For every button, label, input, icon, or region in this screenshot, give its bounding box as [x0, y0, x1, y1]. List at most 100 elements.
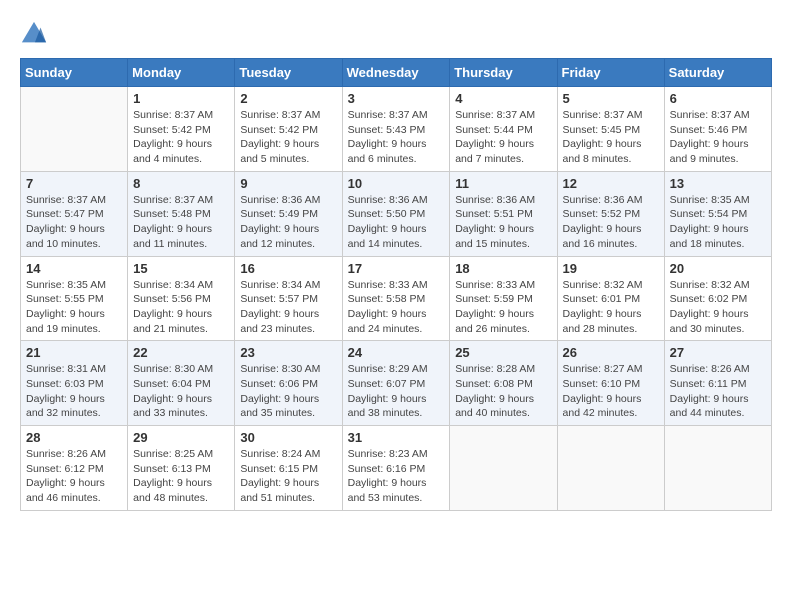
day-info: Sunrise: 8:37 AM Sunset: 5:45 PM Dayligh… — [563, 108, 659, 167]
day-info: Sunrise: 8:36 AM Sunset: 5:50 PM Dayligh… — [348, 193, 445, 252]
calendar-cell: 18 Sunrise: 8:33 AM Sunset: 5:59 PM Dayli… — [450, 256, 557, 341]
calendar-week-row: 7 Sunrise: 8:37 AM Sunset: 5:47 PM Daylig… — [21, 171, 772, 256]
calendar-cell: 22 Sunrise: 8:30 AM Sunset: 6:04 PM Dayli… — [128, 341, 235, 426]
day-header-tuesday: Tuesday — [235, 59, 342, 87]
day-number: 7 — [26, 176, 122, 191]
calendar-cell: 6 Sunrise: 8:37 AM Sunset: 5:46 PM Daylig… — [664, 87, 771, 172]
calendar-cell: 27 Sunrise: 8:26 AM Sunset: 6:11 PM Dayli… — [664, 341, 771, 426]
day-number: 18 — [455, 261, 551, 276]
day-info: Sunrise: 8:25 AM Sunset: 6:13 PM Dayligh… — [133, 447, 229, 506]
day-number: 31 — [348, 430, 445, 445]
day-info: Sunrise: 8:29 AM Sunset: 6:07 PM Dayligh… — [348, 362, 445, 421]
calendar-cell: 31 Sunrise: 8:23 AM Sunset: 6:16 PM Dayli… — [342, 426, 450, 511]
logo-icon — [20, 20, 48, 48]
day-number: 28 — [26, 430, 122, 445]
day-info: Sunrise: 8:35 AM Sunset: 5:54 PM Dayligh… — [670, 193, 766, 252]
calendar-cell: 1 Sunrise: 8:37 AM Sunset: 5:42 PM Daylig… — [128, 87, 235, 172]
calendar-week-row: 14 Sunrise: 8:35 AM Sunset: 5:55 PM Dayli… — [21, 256, 772, 341]
day-header-sunday: Sunday — [21, 59, 128, 87]
day-info: Sunrise: 8:30 AM Sunset: 6:06 PM Dayligh… — [240, 362, 336, 421]
calendar-cell — [664, 426, 771, 511]
day-number: 22 — [133, 345, 229, 360]
calendar-cell — [21, 87, 128, 172]
day-info: Sunrise: 8:37 AM Sunset: 5:42 PM Dayligh… — [133, 108, 229, 167]
calendar-week-row: 28 Sunrise: 8:26 AM Sunset: 6:12 PM Dayli… — [21, 426, 772, 511]
day-number: 23 — [240, 345, 336, 360]
calendar-cell: 10 Sunrise: 8:36 AM Sunset: 5:50 PM Dayli… — [342, 171, 450, 256]
day-number: 12 — [563, 176, 659, 191]
day-info: Sunrise: 8:36 AM Sunset: 5:51 PM Dayligh… — [455, 193, 551, 252]
day-number: 10 — [348, 176, 445, 191]
calendar-cell: 20Sunrise: 8:32 AM Sunset: 6:02 PM Dayli… — [664, 256, 771, 341]
day-info: Sunrise: 8:30 AM Sunset: 6:04 PM Dayligh… — [133, 362, 229, 421]
calendar-cell: 23 Sunrise: 8:30 AM Sunset: 6:06 PM Dayli… — [235, 341, 342, 426]
day-number: 9 — [240, 176, 336, 191]
day-info: Sunrise: 8:32 AM Sunset: 6:01 PM Dayligh… — [563, 278, 659, 337]
day-number: 2 — [240, 91, 336, 106]
day-header-wednesday: Wednesday — [342, 59, 450, 87]
day-info: Sunrise: 8:33 AM Sunset: 5:59 PM Dayligh… — [455, 278, 551, 337]
day-header-saturday: Saturday — [664, 59, 771, 87]
calendar-cell: 29 Sunrise: 8:25 AM Sunset: 6:13 PM Dayli… — [128, 426, 235, 511]
logo — [20, 20, 52, 48]
calendar-cell: 8 Sunrise: 8:37 AM Sunset: 5:48 PM Daylig… — [128, 171, 235, 256]
calendar-cell — [450, 426, 557, 511]
calendar-cell: 26 Sunrise: 8:27 AM Sunset: 6:10 PM Dayli… — [557, 341, 664, 426]
day-info: Sunrise: 8:33 AM Sunset: 5:58 PM Dayligh… — [348, 278, 445, 337]
day-number: 13 — [670, 176, 766, 191]
day-header-monday: Monday — [128, 59, 235, 87]
calendar-header-row: SundayMondayTuesdayWednesdayThursdayFrid… — [21, 59, 772, 87]
calendar-cell: 13 Sunrise: 8:35 AM Sunset: 5:54 PM Dayli… — [664, 171, 771, 256]
calendar-cell: 5 Sunrise: 8:37 AM Sunset: 5:45 PM Daylig… — [557, 87, 664, 172]
day-info: Sunrise: 8:37 AM Sunset: 5:47 PM Dayligh… — [26, 193, 122, 252]
day-number: 5 — [563, 91, 659, 106]
day-number: 17 — [348, 261, 445, 276]
day-number: 11 — [455, 176, 551, 191]
calendar-table: SundayMondayTuesdayWednesdayThursdayFrid… — [20, 58, 772, 511]
calendar-cell: 19Sunrise: 8:32 AM Sunset: 6:01 PM Dayli… — [557, 256, 664, 341]
day-number: 27 — [670, 345, 766, 360]
calendar-cell: 24 Sunrise: 8:29 AM Sunset: 6:07 PM Dayli… — [342, 341, 450, 426]
day-number: 26 — [563, 345, 659, 360]
day-info: Sunrise: 8:26 AM Sunset: 6:12 PM Dayligh… — [26, 447, 122, 506]
day-info: Sunrise: 8:28 AM Sunset: 6:08 PM Dayligh… — [455, 362, 551, 421]
day-info: Sunrise: 8:37 AM Sunset: 5:44 PM Dayligh… — [455, 108, 551, 167]
day-number: 14 — [26, 261, 122, 276]
day-number: 8 — [133, 176, 229, 191]
calendar-week-row: 21Sunrise: 8:31 AM Sunset: 6:03 PM Dayli… — [21, 341, 772, 426]
calendar-cell: 21Sunrise: 8:31 AM Sunset: 6:03 PM Dayli… — [21, 341, 128, 426]
calendar-cell: 15Sunrise: 8:34 AM Sunset: 5:56 PM Dayli… — [128, 256, 235, 341]
day-number: 6 — [670, 91, 766, 106]
day-info: Sunrise: 8:37 AM Sunset: 5:48 PM Dayligh… — [133, 193, 229, 252]
day-info: Sunrise: 8:36 AM Sunset: 5:52 PM Dayligh… — [563, 193, 659, 252]
day-info: Sunrise: 8:37 AM Sunset: 5:46 PM Dayligh… — [670, 108, 766, 167]
calendar-cell — [557, 426, 664, 511]
day-number: 21 — [26, 345, 122, 360]
day-info: Sunrise: 8:26 AM Sunset: 6:11 PM Dayligh… — [670, 362, 766, 421]
calendar-cell: 4 Sunrise: 8:37 AM Sunset: 5:44 PM Daylig… — [450, 87, 557, 172]
day-number: 3 — [348, 91, 445, 106]
day-info: Sunrise: 8:35 AM Sunset: 5:55 PM Dayligh… — [26, 278, 122, 337]
day-info: Sunrise: 8:37 AM Sunset: 5:43 PM Dayligh… — [348, 108, 445, 167]
day-info: Sunrise: 8:34 AM Sunset: 5:56 PM Dayligh… — [133, 278, 229, 337]
calendar-cell: 16Sunrise: 8:34 AM Sunset: 5:57 PM Dayli… — [235, 256, 342, 341]
day-info: Sunrise: 8:24 AM Sunset: 6:15 PM Dayligh… — [240, 447, 336, 506]
day-number: 29 — [133, 430, 229, 445]
day-info: Sunrise: 8:23 AM Sunset: 6:16 PM Dayligh… — [348, 447, 445, 506]
calendar-week-row: 1 Sunrise: 8:37 AM Sunset: 5:42 PM Daylig… — [21, 87, 772, 172]
calendar-cell: 2 Sunrise: 8:37 AM Sunset: 5:42 PM Daylig… — [235, 87, 342, 172]
day-info: Sunrise: 8:32 AM Sunset: 6:02 PM Dayligh… — [670, 278, 766, 337]
day-number: 1 — [133, 91, 229, 106]
day-number: 25 — [455, 345, 551, 360]
day-info: Sunrise: 8:34 AM Sunset: 5:57 PM Dayligh… — [240, 278, 336, 337]
day-header-thursday: Thursday — [450, 59, 557, 87]
day-info: Sunrise: 8:27 AM Sunset: 6:10 PM Dayligh… — [563, 362, 659, 421]
header — [20, 20, 772, 48]
day-info: Sunrise: 8:36 AM Sunset: 5:49 PM Dayligh… — [240, 193, 336, 252]
day-info: Sunrise: 8:37 AM Sunset: 5:42 PM Dayligh… — [240, 108, 336, 167]
calendar-cell: 11 Sunrise: 8:36 AM Sunset: 5:51 PM Dayli… — [450, 171, 557, 256]
calendar-cell: 17 Sunrise: 8:33 AM Sunset: 5:58 PM Dayli… — [342, 256, 450, 341]
calendar-cell: 9 Sunrise: 8:36 AM Sunset: 5:49 PM Daylig… — [235, 171, 342, 256]
day-number: 24 — [348, 345, 445, 360]
day-number: 4 — [455, 91, 551, 106]
